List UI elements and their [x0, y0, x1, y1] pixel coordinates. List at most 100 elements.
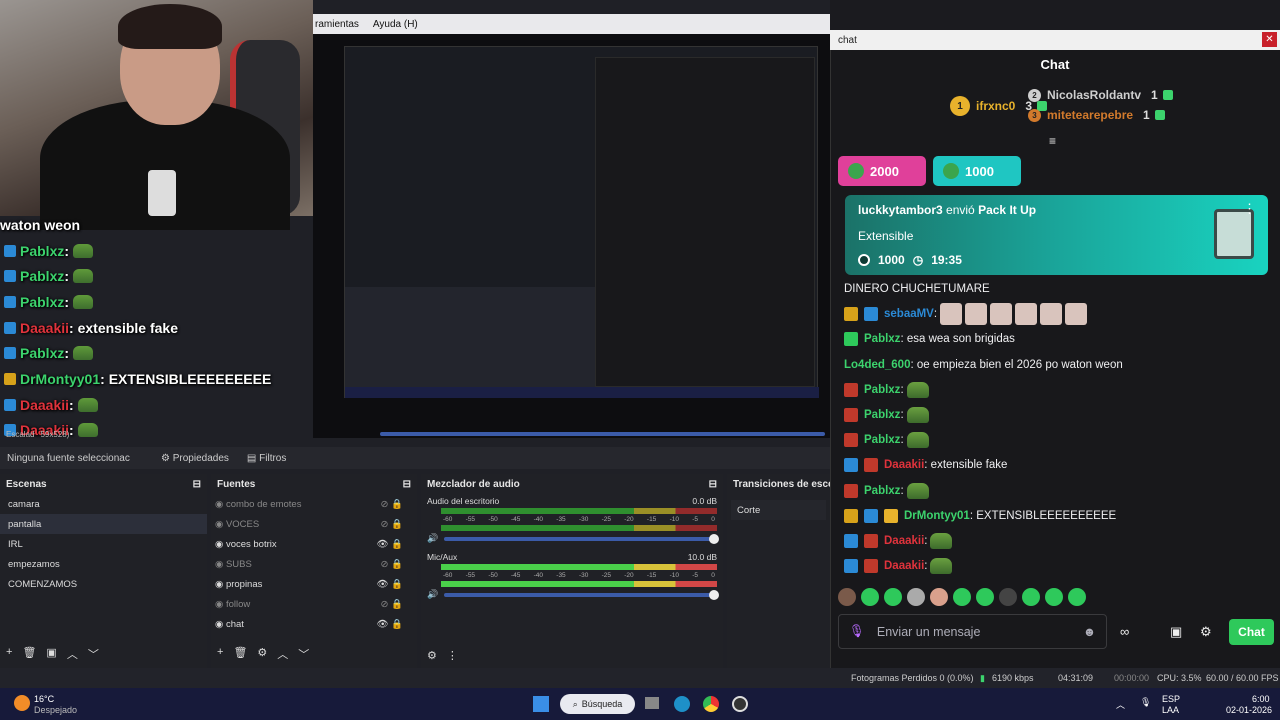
scene-item[interactable]: camara — [0, 494, 207, 514]
taskbar-search[interactable]: ⌕ Búsqueda — [560, 694, 635, 714]
filter-icon[interactable]: ▣ — [46, 646, 56, 662]
eye-off-icon[interactable]: ⊘ — [381, 599, 392, 610]
source-item[interactable]: ◉ follow ⊘ 🔒 — [211, 594, 417, 614]
chat-username[interactable]: Daaakii — [884, 459, 924, 471]
gift-icon[interactable]: ▣ — [1170, 624, 1182, 640]
lock-icon[interactable]: 🔒 — [391, 579, 403, 590]
emote-icon[interactable] — [976, 588, 994, 606]
gear-icon[interactable]: ⚙ — [1200, 624, 1212, 640]
source-item[interactable]: ◉ chat 👁 🔒 — [211, 614, 417, 634]
chat-username[interactable]: Daaakii — [884, 560, 924, 572]
volume-slider[interactable] — [444, 533, 719, 544]
add-icon[interactable]: + — [217, 646, 223, 662]
clock-date[interactable]: 02-01-2026 — [1226, 705, 1272, 715]
eye-off-icon[interactable]: ⊘ — [381, 559, 392, 570]
lock-icon[interactable]: 🔒 — [391, 539, 403, 550]
lock-icon[interactable]: 🔒 — [391, 599, 403, 610]
chat-username[interactable]: Pablxz — [864, 409, 900, 421]
dock-menu-icon[interactable]: ⊟ — [193, 479, 201, 490]
channel-db: 10.0 dB — [687, 552, 717, 562]
chat-username[interactable]: Daaakii — [884, 535, 924, 547]
lock-icon[interactable]: 🔒 — [391, 499, 403, 510]
chevron-up-icon[interactable]: ︿ — [277, 646, 288, 662]
weather-icon[interactable] — [14, 695, 30, 711]
clock-time[interactable]: 6:00 — [1252, 694, 1270, 704]
scene-item[interactable]: empezamos — [0, 554, 207, 574]
task-view-icon[interactable] — [645, 697, 659, 709]
trash-icon[interactable]: 🗑 — [233, 646, 247, 662]
lock-icon[interactable]: 🔒 — [391, 559, 403, 570]
emote-icon[interactable] — [861, 588, 879, 606]
scene-item[interactable]: IRL — [0, 534, 207, 554]
gift-goal-pill[interactable]: 1000 — [933, 156, 1021, 186]
scene-item[interactable]: COMENZAMOS — [0, 574, 207, 594]
emote-icon[interactable] — [838, 588, 856, 606]
preview-scrollbar[interactable] — [380, 432, 825, 436]
eye-icon[interactable]: 👁 — [376, 619, 391, 630]
chrome-icon[interactable] — [703, 696, 719, 712]
face-emote-icon — [1065, 303, 1088, 326]
chat-username[interactable]: Lo4ded_600 — [844, 359, 910, 371]
volume-slider[interactable] — [444, 589, 719, 600]
infinity-icon[interactable]: ∞ — [1120, 624, 1129, 639]
emote-icon[interactable] — [1045, 588, 1063, 606]
mic-icon[interactable]: 🎙 — [1140, 697, 1151, 708]
gift-goal-pill[interactable]: 2000 — [838, 156, 926, 186]
chat-username[interactable]: DrMontyy01 — [904, 510, 970, 522]
close-icon[interactable]: ✕ — [1262, 32, 1277, 47]
chat-username[interactable]: Pablxz — [864, 384, 900, 396]
source-item[interactable]: ◉ combo de emotes ⊘ 🔒 — [211, 494, 417, 514]
emote-icon[interactable] — [1068, 588, 1086, 606]
filters-button[interactable]: ▤ Filtros — [247, 453, 286, 464]
source-item[interactable]: ◉ propinas 👁 🔒 — [211, 574, 417, 594]
chat-username[interactable]: sebaaMV — [884, 308, 934, 320]
source-item[interactable]: ◉ SUBS ⊘ 🔒 — [211, 554, 417, 574]
dock-menu-icon[interactable]: ⊟ — [403, 479, 411, 490]
chevron-down-icon[interactable]: ﹀ — [298, 646, 309, 662]
chevron-down-icon[interactable]: ﹀ — [88, 646, 99, 662]
speaker-icon[interactable]: 🔊 — [427, 589, 438, 600]
chat-input[interactable]: 🎙 Enviar un mensaje ☻ — [838, 614, 1107, 649]
eye-off-icon[interactable]: ⊘ — [381, 519, 392, 530]
edge-icon[interactable] — [674, 696, 690, 712]
mic-icon[interactable]: 🎙 — [849, 624, 865, 639]
dock-menu-icon[interactable]: ⊟ — [709, 479, 717, 490]
transition-select[interactable]: Corte — [731, 500, 826, 520]
emoji-icon[interactable]: ☻ — [1083, 625, 1096, 639]
gear-icon[interactable]: ⚙ — [257, 646, 267, 662]
emote-icon[interactable] — [1022, 588, 1040, 606]
emote-icon[interactable] — [907, 588, 925, 606]
chevron-down-icon[interactable]: ≡ — [1049, 134, 1056, 148]
trash-icon[interactable]: 🗑 — [22, 646, 36, 662]
emote-icon[interactable] — [930, 588, 948, 606]
menu-ayuda[interactable]: Ayuda (H) — [373, 19, 418, 30]
speaker-icon[interactable]: 🔊 — [427, 533, 438, 544]
source-item[interactable]: ◉ voces botrix 👁 🔒 — [211, 534, 417, 554]
properties-button[interactable]: ⚙ Propiedades — [161, 453, 229, 464]
more-icon[interactable]: ⋮ — [447, 649, 458, 662]
source-item[interactable]: ◉ VOCES ⊘ 🔒 — [211, 514, 417, 534]
emote-icon[interactable] — [953, 588, 971, 606]
chat-username[interactable]: Pablxz — [864, 434, 900, 446]
chat-username[interactable]: Pablxz — [864, 485, 900, 497]
gear-icon[interactable]: ⚙ — [427, 649, 437, 662]
add-icon[interactable]: + — [6, 646, 12, 662]
more-icon[interactable]: ⋮ — [1243, 201, 1256, 217]
eye-icon[interactable]: 👁 — [376, 539, 391, 550]
scene-item[interactable]: pantalla — [0, 514, 207, 534]
windows-start-icon[interactable] — [533, 696, 549, 712]
eye-off-icon[interactable]: ⊘ — [381, 499, 392, 510]
chevron-up-icon[interactable]: ︿ — [1116, 698, 1125, 711]
menu-herramientas[interactable]: ramientas — [315, 19, 359, 30]
chat-username[interactable]: Pablxz — [864, 333, 900, 345]
chevron-up-icon[interactable]: ︿ — [67, 646, 78, 662]
lock-icon[interactable]: 🔒 — [391, 519, 403, 530]
eye-icon[interactable]: 👁 — [376, 579, 391, 590]
emote-icon[interactable] — [884, 588, 902, 606]
obs-icon[interactable] — [732, 696, 748, 712]
send-chat-button[interactable]: Chat — [1229, 619, 1274, 645]
lang-1[interactable]: ESP — [1162, 694, 1180, 704]
lock-icon[interactable]: 🔒 — [391, 619, 403, 630]
emote-icon[interactable] — [999, 588, 1017, 606]
lang-2[interactable]: LAA — [1162, 705, 1179, 715]
